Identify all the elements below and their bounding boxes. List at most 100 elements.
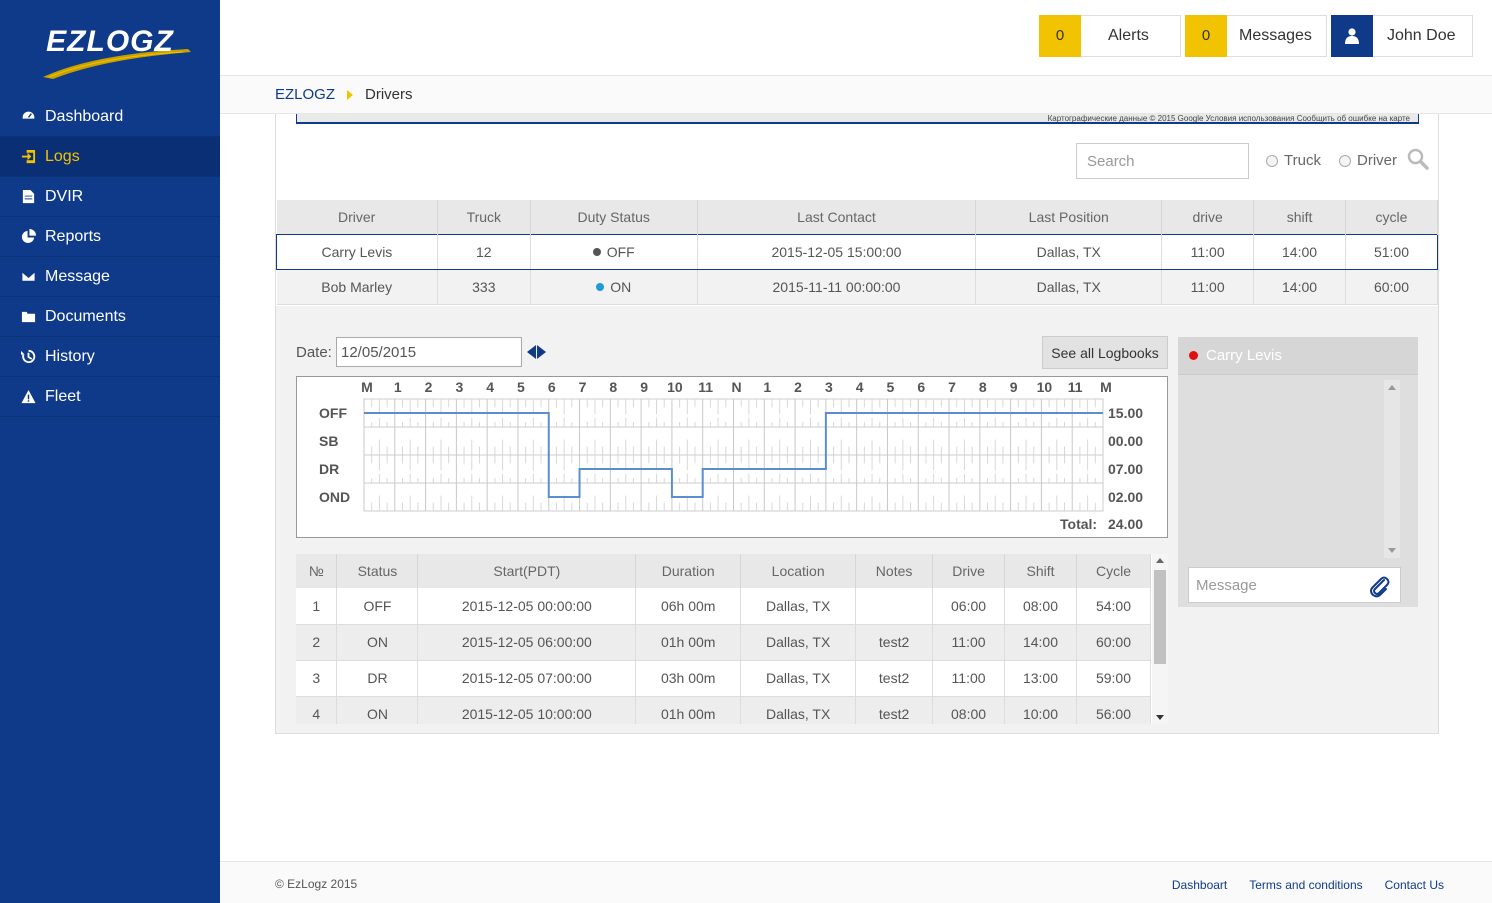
chat-scroll-down-icon[interactable] [1388, 548, 1396, 553]
search-input[interactable]: Search [1076, 143, 1249, 179]
driver-cell-status: OFF [530, 233, 698, 270]
graph-hour-label: 10 [1037, 379, 1053, 395]
log-table-scrollbar[interactable] [1152, 554, 1168, 724]
paperclip-icon[interactable] [1368, 574, 1390, 602]
sign-in-icon [20, 148, 37, 165]
radio-driver[interactable]: Driver [1339, 152, 1397, 169]
log-cell-notes [855, 588, 934, 625]
search-icon[interactable] [1407, 148, 1429, 173]
alerts-button[interactable]: 0 Alerts [1039, 14, 1181, 57]
sidebar-item-message[interactable]: Message [0, 257, 220, 297]
log-column-header[interactable]: Drive [932, 554, 1006, 588]
driver-cell-driver: Bob Marley [276, 269, 438, 305]
sidebar-item-label: History [45, 347, 95, 365]
driver-cell-cycle: 51:00 [1345, 233, 1438, 270]
radio-truck-circle [1266, 154, 1278, 167]
driver-cell-shift: 14:00 [1253, 269, 1346, 305]
next-day-icon[interactable] [537, 345, 546, 359]
sidebar-item-reports[interactable]: Reports [0, 217, 220, 257]
graph-hour-label: 3 [455, 379, 463, 395]
drivers-column-header[interactable]: Driver [276, 200, 438, 234]
scroll-down-icon[interactable] [1156, 715, 1164, 720]
driver-cell-driver: Carry Levis [276, 233, 438, 270]
sidebar-item-label: DVIR [45, 187, 84, 205]
messages-button[interactable]: 0 Messages [1185, 14, 1327, 57]
sidebar-item-fleet[interactable]: Fleet [0, 377, 220, 417]
driver-cell-shift: 14:00 [1253, 233, 1346, 270]
graph-row-total: 02.00 [1108, 489, 1143, 505]
graph-hour-label: 8 [979, 379, 987, 395]
pie-chart-icon [20, 228, 37, 245]
sidebar-item-dashboard[interactable]: Dashboard [0, 97, 220, 137]
breadcrumb-root[interactable]: EZLOGZ [275, 86, 335, 103]
sidebar-item-label: Message [45, 267, 110, 285]
sidebar-item-label: Dashboard [45, 107, 124, 125]
log-row[interactable]: 2 ON 2015-12-05 06:00:00 01h 00m Dallas, TX t… [296, 624, 1152, 661]
log-cell-n: 1 [296, 588, 338, 625]
chat-scrollbar[interactable] [1384, 380, 1400, 558]
ezlogz-logo[interactable]: EZLOGZ [0, 0, 220, 97]
footer-link-terms[interactable]: Terms and conditions [1249, 878, 1362, 892]
radio-truck[interactable]: Truck [1266, 152, 1321, 169]
map-attribution: Картографические данные © 2015 Google Ус… [1047, 114, 1410, 123]
alerts-label: Alerts [1108, 27, 1149, 44]
log-column-header[interactable]: № [296, 554, 338, 588]
drivers-column-header[interactable]: shift [1253, 200, 1346, 234]
sidebar-item-logs[interactable]: Logs [0, 137, 220, 177]
drivers-column-header[interactable]: Truck [437, 200, 531, 234]
sidebar-item-documents[interactable]: Documents [0, 297, 220, 337]
driver-row[interactable]: Bob Marley 333 ON 2015-11-11 00:00:00 Dallas… [276, 269, 1438, 305]
log-column-header[interactable]: Status [336, 554, 419, 588]
messages-label: Messages [1239, 27, 1312, 44]
log-cell-notes: test2 [855, 660, 934, 697]
log-row[interactable]: 1 OFF 2015-12-05 00:00:00 06h 00m Dallas, TX… [296, 588, 1152, 625]
log-cell-drive: 08:00 [932, 696, 1006, 724]
chat-panel: Carry Levis Message [1178, 337, 1418, 607]
graph-row-total: 00.00 [1108, 433, 1143, 449]
log-row[interactable]: 4 ON 2015-12-05 10:00:00 01h 00m Dallas, TX t… [296, 696, 1152, 724]
drivers-column-header[interactable]: Duty Status [530, 200, 698, 234]
scroll-up-icon[interactable] [1156, 558, 1164, 563]
driver-cell-position: Dallas, TX [975, 269, 1163, 305]
driver-cell-last-contact: 2015-11-11 00:00:00 [697, 269, 977, 305]
log-column-header[interactable]: Start(PDT) [417, 554, 637, 588]
log-events-table: № Status Start(PDT) Duration Location Notes Dr… [296, 554, 1152, 724]
chat-scroll-up-icon[interactable] [1388, 385, 1396, 390]
graph-row-label: OFF [319, 405, 347, 421]
message-input[interactable]: Message [1188, 567, 1401, 603]
log-column-header[interactable]: Cycle [1076, 554, 1152, 588]
drivers-column-header[interactable]: drive [1161, 200, 1255, 234]
sidebar-item-label: Logs [45, 147, 80, 165]
log-column-header[interactable]: Notes [855, 554, 934, 588]
footer-link-contact[interactable]: Contact Us [1385, 878, 1444, 892]
logbook-section: Date: 12/05/2015 See all Logbooks OFF 15.… [276, 306, 1438, 733]
see-all-logbooks-button[interactable]: See all Logbooks [1042, 336, 1168, 369]
drivers-column-header[interactable]: Last Contact [697, 200, 977, 234]
scroll-thumb[interactable] [1154, 570, 1166, 664]
user-menu-button[interactable]: John Doe [1331, 14, 1473, 57]
graph-hour-label: 7 [579, 379, 587, 395]
graph-hour-label: 6 [917, 379, 925, 395]
log-column-header[interactable]: Duration [635, 554, 742, 588]
driver-cell-cycle: 60:00 [1345, 269, 1438, 305]
alerts-count: 0 [1039, 14, 1081, 57]
sidebar-item-dvir[interactable]: DVIR [0, 177, 220, 217]
message-placeholder: Message [1196, 576, 1257, 594]
drivers-column-header[interactable]: cycle [1345, 200, 1438, 234]
copyright: © EzLogz 2015 [275, 877, 358, 891]
log-cell-notes: test2 [855, 624, 934, 661]
log-column-header[interactable]: Shift [1004, 554, 1077, 588]
prev-day-icon[interactable] [527, 345, 536, 359]
date-input[interactable]: 12/05/2015 [336, 337, 522, 367]
log-column-header[interactable]: Location [740, 554, 857, 588]
driver-row[interactable]: Carry Levis 12 OFF 2015-12-05 15:00:00 Dalla… [276, 233, 1438, 270]
graph-hour-label: N [731, 379, 741, 395]
drivers-column-header[interactable]: Last Position [975, 200, 1163, 234]
footer-link-dashboard[interactable]: Dashboart [1172, 878, 1227, 892]
log-row[interactable]: 3 DR 2015-12-05 07:00:00 03h 00m Dallas, TX t… [296, 660, 1152, 697]
map-view[interactable]: Картографические данные © 2015 Google Ус… [296, 114, 1419, 124]
sidebar: EZLOGZ Dashboard Logs DVIR Reports Message Do… [0, 0, 220, 903]
user-name: John Doe [1387, 27, 1456, 44]
log-cell-location: Dallas, TX [740, 624, 857, 661]
sidebar-item-history[interactable]: History [0, 337, 220, 377]
